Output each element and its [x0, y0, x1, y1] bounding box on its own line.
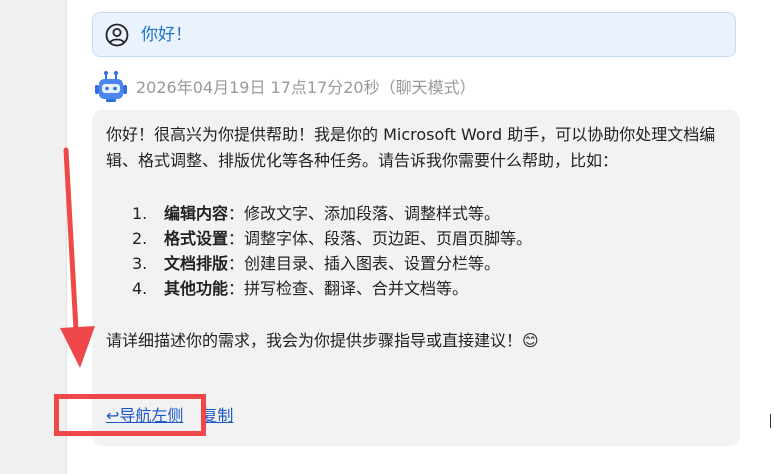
left-panel-edge: [0, 0, 67, 474]
list-item-number: 1.: [132, 204, 148, 223]
list-item-desc: ：创建目录、插入图表、设置分栏等。: [228, 254, 501, 273]
copy-link[interactable]: 复制: [201, 406, 233, 425]
assistant-reply-bubble: 你好！很高兴为你提供帮助！我是你的 Microsoft Word 助手，可以协助…: [92, 110, 740, 446]
user-circle-icon: [105, 23, 129, 47]
list-item-term: 其他功能: [164, 279, 229, 298]
user-message-bubble: 你好！: [92, 12, 736, 57]
list-item-number: 2.: [132, 229, 148, 248]
reply-actions: ↩导航左侧 复制: [106, 404, 233, 428]
list-item-number: 3.: [132, 254, 148, 273]
assistant-reply-body: 你好！很高兴为你提供帮助！我是你的 Microsoft Word 助手，可以协助…: [106, 122, 722, 354]
list-item-term: 编辑内容: [164, 204, 229, 223]
list-item-number: 4.: [132, 279, 148, 298]
user-message-text: 你好！: [141, 25, 192, 45]
reply-outro-text: 请详细描述你的需求，我会为你提供步骤指导或直接建议！😊: [106, 331, 539, 350]
list-item-term: 格式设置: [164, 229, 229, 248]
robot-icon: [95, 71, 127, 102]
list-item-desc: ：调整字体、段落、页边距、页眉页脚等。: [228, 229, 533, 248]
list-item-desc: ：拼写检查、翻译、合并文档等。: [228, 279, 469, 298]
list-item: 4. 其他功能：拼写检查、翻译、合并文档等。: [106, 276, 722, 301]
list-item-term: 文档排版: [164, 254, 229, 273]
scroll-edge-marker: [770, 414, 774, 428]
reply-intro-text: 你好！很高兴为你提供帮助！我是你的 Microsoft Word 助手，可以协助…: [106, 125, 716, 170]
reply-feature-list: 1. 编辑内容：修改文字、添加段落、调整样式等。 2. 格式设置：调整字体、段落、页…: [106, 201, 722, 301]
navigate-left-link[interactable]: ↩导航左侧: [106, 406, 183, 425]
message-timestamp: 2026年04月19日 17点17分20秒（聊天模式）: [136, 78, 476, 97]
list-item: 1. 编辑内容：修改文字、添加段落、调整样式等。: [106, 201, 722, 226]
list-item-desc: ：修改文字、添加段落、调整样式等。: [228, 204, 501, 223]
list-item: 2. 格式设置：调整字体、段落、页边距、页眉页脚等。: [106, 226, 722, 251]
list-item: 3. 文档排版：创建目录、插入图表、设置分栏等。: [106, 251, 722, 276]
